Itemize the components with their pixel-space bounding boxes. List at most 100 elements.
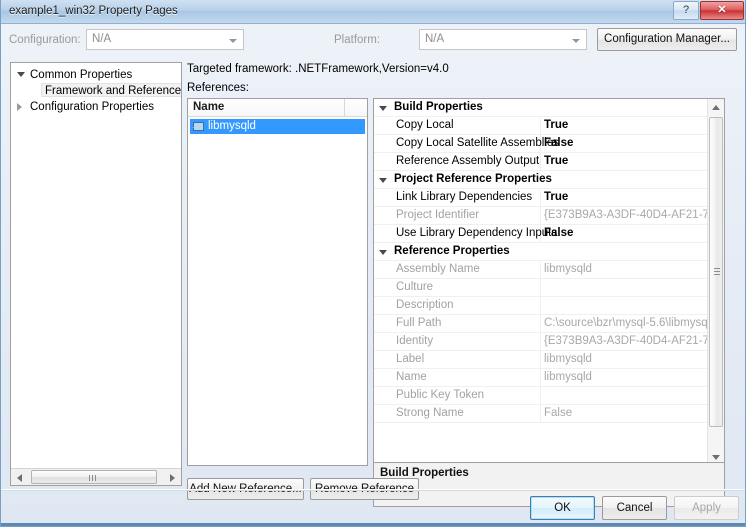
property-value[interactable]: True bbox=[544, 189, 568, 206]
column-divider[interactable] bbox=[344, 99, 345, 117]
property-name: Culture bbox=[396, 281, 434, 293]
cancel-button[interactable]: Cancel bbox=[602, 496, 667, 520]
property-row[interactable]: Label libmysqld bbox=[374, 351, 707, 369]
configuration-value: N/A bbox=[92, 33, 112, 45]
property-value[interactable]: True bbox=[544, 117, 568, 134]
chevron-down-icon bbox=[572, 39, 580, 43]
column-divider bbox=[540, 189, 541, 206]
property-row[interactable]: Strong Name False bbox=[374, 405, 707, 423]
column-divider bbox=[540, 405, 541, 422]
property-category-row[interactable]: Build Properties bbox=[374, 99, 707, 117]
targeted-framework-text: Targeted framework: .NETFramework,Versio… bbox=[187, 63, 449, 75]
configuration-dropdown[interactable]: N/A bbox=[86, 29, 244, 50]
column-divider bbox=[540, 315, 541, 332]
property-grid-vertical-scrollbar[interactable] bbox=[707, 99, 724, 465]
help-button[interactable]: ? bbox=[673, 1, 699, 20]
property-row[interactable]: Public Key Token bbox=[374, 387, 707, 405]
chevron-right-icon[interactable] bbox=[17, 103, 22, 111]
references-list-header: Name bbox=[188, 99, 367, 117]
chevron-down-icon[interactable] bbox=[17, 72, 25, 77]
property-row[interactable]: Link Library Dependencies True bbox=[374, 189, 707, 207]
sidebar-item-label: Common Properties bbox=[30, 69, 133, 81]
property-value[interactable]: {E373B9A3-A3DF-40D4-AF21-747E8F bbox=[544, 333, 707, 350]
property-name: Build Properties bbox=[394, 101, 483, 113]
sidebar-item-configuration-properties[interactable]: Configuration Properties bbox=[11, 99, 181, 115]
column-divider bbox=[540, 351, 541, 368]
property-row[interactable]: Project Identifier {E373B9A3-A3DF-40D4-AF… bbox=[374, 207, 707, 225]
property-row[interactable]: Full Path C:\source\bzr\mysql-5.6\libmysq… bbox=[374, 315, 707, 333]
property-value[interactable]: libmysqld bbox=[544, 369, 592, 386]
sidebar-item-common-properties[interactable]: Common Properties bbox=[11, 67, 181, 83]
chevron-down-icon bbox=[229, 39, 237, 43]
platform-value: N/A bbox=[425, 33, 445, 45]
references-list[interactable]: Name libmysqld bbox=[187, 98, 368, 466]
column-divider bbox=[540, 369, 541, 386]
property-name: Identity bbox=[396, 335, 434, 347]
column-divider bbox=[540, 117, 541, 134]
list-item-label: libmysqld bbox=[208, 120, 256, 132]
ok-button[interactable]: OK bbox=[530, 496, 595, 520]
property-name: Copy Local bbox=[396, 119, 454, 131]
property-grid[interactable]: Build Properties Copy Local True Copy Local… bbox=[373, 98, 725, 466]
property-name: Reference Properties bbox=[394, 245, 510, 257]
property-value[interactable]: C:\source\bzr\mysql-5.6\libmysqld\ bbox=[544, 315, 707, 332]
configuration-manager-button[interactable]: Configuration Manager... bbox=[597, 28, 737, 51]
chevron-down-icon[interactable] bbox=[379, 178, 387, 183]
property-row[interactable]: Identity {E373B9A3-A3DF-40D4-AF21-747E8F bbox=[374, 333, 707, 351]
property-value[interactable]: False bbox=[544, 135, 573, 152]
property-category-row[interactable]: Project Reference Properties bbox=[374, 171, 707, 189]
property-value[interactable]: libmysqld bbox=[544, 351, 592, 368]
property-name: Use Library Dependency Inputs bbox=[396, 227, 558, 239]
property-name: Link Library Dependencies bbox=[396, 191, 533, 203]
chevron-down-icon[interactable] bbox=[379, 106, 387, 111]
scroll-up-icon[interactable] bbox=[708, 99, 724, 115]
chevron-down-icon[interactable] bbox=[379, 250, 387, 255]
property-value[interactable]: False bbox=[544, 225, 573, 242]
column-divider bbox=[540, 279, 541, 296]
tree-items-container: Common Properties Framework and Reference… bbox=[11, 67, 181, 115]
tree-horizontal-scrollbar[interactable] bbox=[11, 468, 181, 485]
grip-icon bbox=[714, 268, 720, 276]
property-name: Public Key Token bbox=[396, 389, 485, 401]
property-value[interactable]: False bbox=[544, 405, 572, 422]
close-icon[interactable]: ✕ bbox=[700, 1, 744, 20]
scroll-left-icon[interactable] bbox=[11, 469, 28, 485]
property-name: Copy Local Satellite Assemblies bbox=[396, 137, 559, 149]
property-row[interactable]: Assembly Name libmysqld bbox=[374, 261, 707, 279]
platform-dropdown[interactable]: N/A bbox=[419, 29, 587, 50]
column-divider bbox=[540, 261, 541, 278]
property-name: Strong Name bbox=[396, 407, 464, 419]
property-row[interactable]: Reference Assembly Output True bbox=[374, 153, 707, 171]
footer-divider bbox=[1, 489, 745, 491]
property-row[interactable]: Use Library Dependency Inputs False bbox=[374, 225, 707, 243]
property-row[interactable]: Copy Local Satellite Assemblies False bbox=[374, 135, 707, 153]
sidebar-item-label: Configuration Properties bbox=[30, 101, 155, 113]
platform-label: Platform: bbox=[334, 34, 381, 46]
property-page-tree[interactable]: Common Properties Framework and Reference… bbox=[10, 62, 182, 486]
property-name: Project Identifier bbox=[396, 209, 480, 221]
property-row[interactable]: Name libmysqld bbox=[374, 369, 707, 387]
property-category-row[interactable]: Reference Properties bbox=[374, 243, 707, 261]
property-row[interactable]: Description bbox=[374, 297, 707, 315]
list-item[interactable]: libmysqld bbox=[190, 119, 365, 134]
property-name: Assembly Name bbox=[396, 263, 480, 275]
property-value[interactable]: True bbox=[544, 153, 568, 170]
references-label: References: bbox=[187, 82, 250, 94]
property-value[interactable]: libmysqld bbox=[544, 261, 592, 278]
grip-icon bbox=[89, 475, 99, 481]
scroll-right-icon[interactable] bbox=[164, 469, 181, 485]
property-row[interactable]: Copy Local True bbox=[374, 117, 707, 135]
column-divider bbox=[540, 207, 541, 224]
property-value[interactable]: {E373B9A3-A3DF-40D4-AF21-747E8F bbox=[544, 207, 707, 224]
property-pages-dialog: example1_win32 Property Pages ? ✕ Config… bbox=[0, 0, 746, 527]
apply-button[interactable]: Apply bbox=[674, 496, 739, 520]
column-divider bbox=[540, 153, 541, 170]
tree-scroll-thumb[interactable] bbox=[31, 470, 157, 484]
property-row[interactable]: Culture bbox=[374, 279, 707, 297]
property-grid-scroll-thumb[interactable] bbox=[709, 117, 723, 427]
property-name: Project Reference Properties bbox=[394, 173, 552, 185]
window-bottom-edge bbox=[1, 523, 745, 526]
column-header-name: Name bbox=[193, 101, 225, 113]
assembly-reference-icon bbox=[191, 122, 204, 131]
sidebar-item-framework-and-references[interactable]: Framework and References bbox=[11, 83, 181, 99]
